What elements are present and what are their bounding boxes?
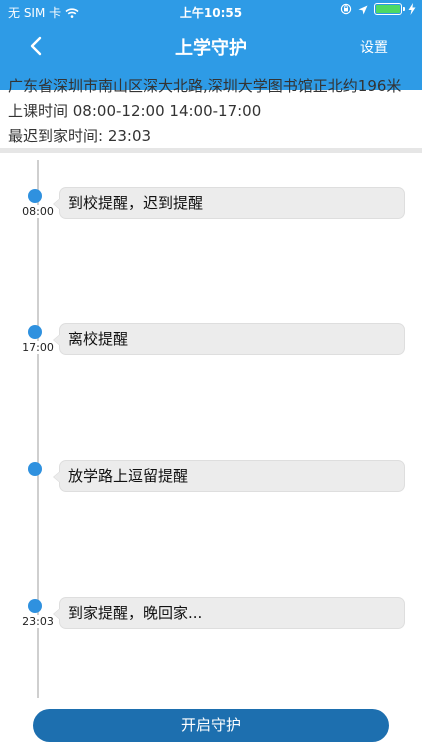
timeline-item-home: 23:03 到家提醒，晚回家... <box>0 597 422 637</box>
timeline-item-arrival: 08:00 到校提醒，迟到提醒 <box>0 187 422 227</box>
location-arrow-icon <box>358 4 368 15</box>
status-bar: 无 SIM 卡 上午10:55 <box>0 0 422 24</box>
timeline-item-linger: 放学路上逗留提醒 <box>0 460 422 500</box>
reminder-bubble[interactable]: 放学路上逗留提醒 <box>53 460 405 492</box>
school-info: 广东省深圳市南山区深大北路,深圳大学图书馆正北约196米 上课时间 08:00-… <box>0 74 422 149</box>
class-time: 上课时间 08:00-12:00 14:00-17:00 <box>8 102 262 120</box>
reminder-bubble[interactable]: 到家提醒，晚回家... <box>53 597 405 629</box>
reminder-bubble[interactable]: 到校提醒，迟到提醒 <box>53 187 405 219</box>
settings-button[interactable]: 设置 <box>360 37 388 57</box>
latest-home-time: 最迟到家时间: 23:03 <box>8 127 152 145</box>
battery-level <box>376 5 400 13</box>
charging-icon <box>408 3 416 15</box>
start-guard-button[interactable]: 开启守护 <box>33 709 389 742</box>
navigation-bar: 上学守护 设置 <box>0 24 422 68</box>
timeline-item-leave: 17:00 离校提醒 <box>0 323 422 363</box>
status-right <box>340 3 416 15</box>
timeline-dot <box>28 599 42 613</box>
timeline-dot <box>28 189 42 203</box>
page-title: 上学守护 <box>175 38 247 59</box>
reminder-bubble[interactable]: 离校提醒 <box>53 323 405 355</box>
battery-icon <box>374 3 405 15</box>
orientation-lock-icon <box>340 3 352 15</box>
school-address: 广东省深圳市南山区深大北路,深圳大学图书馆正北约196米 <box>8 77 402 95</box>
timeline-dot <box>28 325 42 339</box>
section-divider <box>0 148 422 153</box>
timeline-dot <box>28 462 42 476</box>
